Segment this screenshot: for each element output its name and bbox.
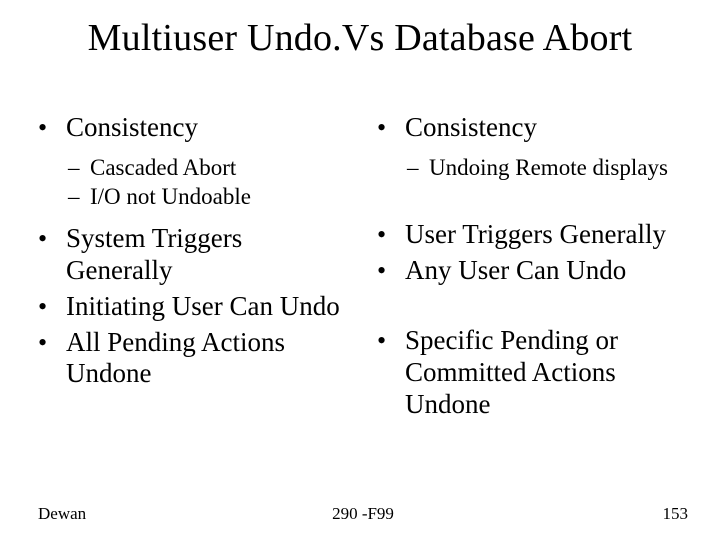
bullet-text: Consistency [66,112,355,144]
dash-icon: – [407,154,429,182]
list-item: • All Pending Actions Undone [38,327,355,391]
bullet-text: Consistency [405,112,694,144]
bullet-text: Specific Pending or Committed Actions Un… [405,325,694,421]
right-column: • Consistency – Undoing Remote displays … [377,112,694,425]
footer-course: 290 -F99 [38,504,688,524]
bullet-icon: • [38,291,66,323]
list-item: – Undoing Remote displays [407,154,694,182]
list-item: • User Triggers Generally [377,219,694,251]
bullet-icon: • [377,325,405,357]
slide-title: Multiuser Undo.Vs Database Abort [0,16,720,60]
bullet-icon: • [377,112,405,144]
bullet-icon: • [377,255,405,287]
footer-author: Dewan [38,504,86,524]
bullet-icon: • [38,112,66,144]
dash-icon: – [68,154,90,182]
list-item: – I/O not Undoable [68,183,355,211]
bullet-text: Initiating User Can Undo [66,291,355,323]
list-item: • Specific Pending or Committed Actions … [377,325,694,421]
bullet-text: Cascaded Abort [90,154,355,182]
bullet-text: User Triggers Generally [405,219,694,251]
list-item: • System Triggers Generally [38,223,355,287]
footer: Dewan 290 -F99 153 [38,504,688,524]
list-item: – Cascaded Abort [68,154,355,182]
bullet-text: System Triggers Generally [66,223,355,287]
bullet-icon: • [377,219,405,251]
list-item: • Consistency [377,112,694,144]
list-item: • Any User Can Undo [377,255,694,287]
dash-icon: – [68,183,90,211]
slide: Multiuser Undo.Vs Database Abort • Consi… [0,0,720,540]
bullet-icon: • [38,223,66,255]
bullet-text: Undoing Remote displays [429,154,694,182]
left-column: • Consistency – Cascaded Abort – I/O not… [38,112,355,425]
bullet-text: Any User Can Undo [405,255,694,287]
bullet-text: I/O not Undoable [90,183,355,211]
columns: • Consistency – Cascaded Abort – I/O not… [38,112,694,425]
list-item: • Consistency [38,112,355,144]
bullet-icon: • [38,327,66,359]
list-item: • Initiating User Can Undo [38,291,355,323]
bullet-text: All Pending Actions Undone [66,327,355,391]
footer-page: 153 [663,504,689,524]
